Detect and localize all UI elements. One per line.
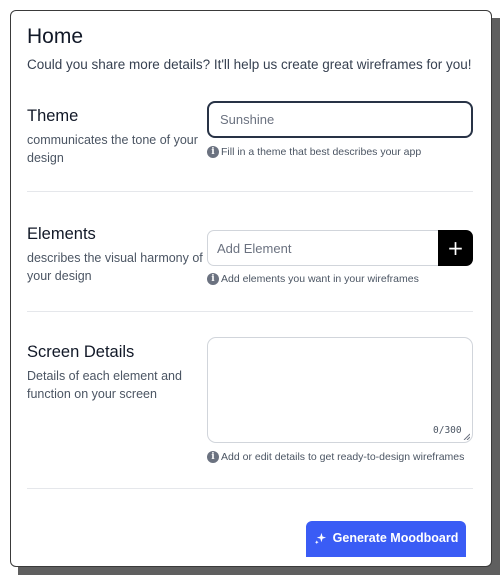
section-divider [27,311,473,312]
plus-icon: + [447,236,464,260]
resize-grip-icon[interactable] [463,433,470,440]
elements-hint-text: Add elements you want in your wireframes [221,273,419,285]
generate-moodboard-label: Generate Moodboard [332,531,459,545]
section-divider [27,191,473,192]
elements-hint: i Add elements you want in your wirefram… [207,273,419,285]
theme-label: Theme [27,107,79,125]
moodboard-form-card: Home Could you share more details? It'll… [10,10,492,567]
character-counter: 0/300 [433,425,462,436]
theme-description: communicates the tone of your design [27,133,198,165]
screen-details-label: Screen Details [27,343,135,361]
add-element-button[interactable]: + [438,230,473,266]
info-icon: i [207,273,219,285]
page-title: Home [27,25,84,48]
generate-moodboard-button[interactable]: Generate Moodboard [306,521,466,557]
elements-description: describes the visual harmony of your des… [27,251,203,283]
theme-hint: i Fill in a theme that best describes yo… [207,146,421,158]
elements-label: Elements [27,225,96,243]
info-icon: i [207,451,219,463]
screen-details-hint-text: Add or edit details to get ready-to-desi… [221,451,465,463]
theme-hint-text: Fill in a theme that best describes your… [221,146,422,158]
section-divider [27,488,473,489]
add-element-group: + [207,230,473,266]
theme-input[interactable] [207,101,473,138]
page-subtitle: Could you share more details? It'll help… [27,57,472,72]
screen-details-hint: i Add or edit details to get ready-to-de… [207,451,464,463]
screen-details-description: Details of each element and function on … [27,369,182,401]
info-icon: i [207,146,219,158]
add-element-input[interactable] [207,230,439,266]
sparkle-icon [314,532,326,544]
